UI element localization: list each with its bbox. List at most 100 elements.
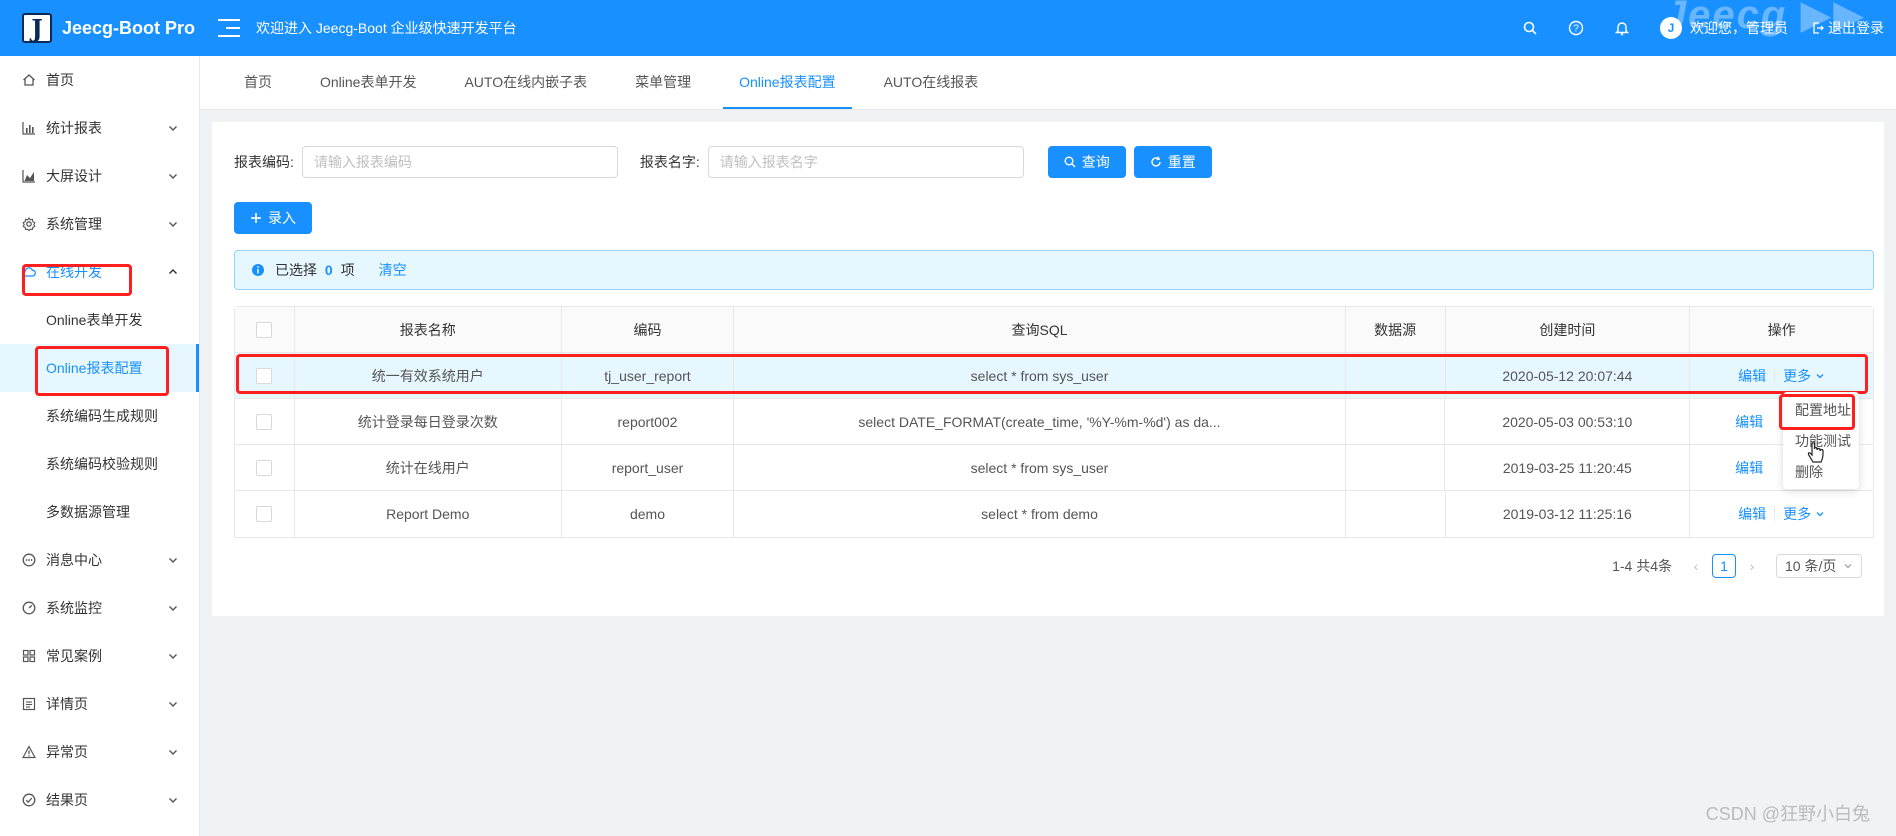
chevron-down-icon [169,798,177,803]
sidebar-item-cases[interactable]: 常见案例 [0,632,199,680]
selection-alert: 已选择 0 项 清空 [234,250,1874,290]
report-name-cell: 统计在线用户 [295,445,562,490]
datasource-cell [1346,353,1446,398]
sidebar-item-result[interactable]: 结果页 [0,776,199,824]
next-page-icon[interactable]: › [1740,554,1764,578]
tabs-bar: 首页 Online表单开发 AUTO在线内嵌子表 菜单管理 Online报表配置… [200,56,1896,110]
table-row[interactable]: 统计登录每日登录次数 report002 select DATE_FORMAT(… [235,399,1873,445]
chevron-down-icon [169,606,177,611]
logout-button[interactable]: 退出登录 [1812,18,1884,38]
more-dropdown[interactable]: 更多 [1783,504,1825,524]
prev-page-icon[interactable]: ‹ [1684,554,1708,578]
tab-online-report[interactable]: Online报表配置 [715,55,859,109]
tab-auto-subtable[interactable]: AUTO在线内嵌子表 [440,55,611,109]
sidebar-item-detail[interactable]: 详情页 [0,680,199,728]
column-header[interactable]: 数据源 [1346,307,1446,352]
sql-cell: select * from sys_user [734,445,1346,490]
tab-menu-manage[interactable]: 菜单管理 [611,55,715,109]
table-row[interactable]: 统计在线用户 report_user select * from sys_use… [235,445,1873,491]
sidebar-sub-online-form[interactable]: Online表单开发 [0,296,199,344]
profile-icon [22,697,36,711]
sidebar-item-home[interactable]: 首页 [0,56,199,104]
search-icon[interactable] [1522,20,1538,36]
row-checkbox[interactable] [256,506,273,522]
report-name-input[interactable] [707,146,1024,178]
report-name-cell: 统一有效系统用户 [295,353,562,398]
sidebar-item-exception[interactable]: 异常页 [0,728,199,776]
dashboard-icon [22,601,36,615]
select-all-checkbox[interactable] [256,321,273,338]
sidebar-item-report[interactable]: 统计报表 [0,104,199,152]
column-header[interactable]: 编码 [562,307,735,352]
tab-auto-report[interactable]: AUTO在线报表 [860,55,1003,109]
sidebar-sub-datasource[interactable]: 多数据源管理 [0,488,199,536]
row-checkbox[interactable] [256,459,273,476]
appstore-icon [22,649,36,663]
chevron-down-icon [169,750,177,755]
sql-cell: select * from demo [734,491,1346,537]
page-size-select[interactable]: 10 条/页 [1776,554,1862,578]
edit-link[interactable]: 编辑 [1735,412,1763,432]
menu-item-config-address[interactable]: 配置地址 [1783,394,1859,425]
sidebar-item-bigscreen[interactable]: 大屏设计 [0,152,199,200]
table-row[interactable]: Report Demo demo select * from demo 2019… [235,491,1873,537]
app-name: Jeecg-Boot Pro [62,17,196,38]
row-checkbox[interactable] [256,413,273,430]
top-header: J Jeecg-Boot Pro 欢迎进入 Jeecg-Boot 企业级快速开发… [0,0,1896,56]
sidebar-item-message[interactable]: 消息中心 [0,536,199,584]
logo[interactable]: J Jeecg-Boot Pro [0,0,200,56]
page-number[interactable]: 1 [1712,554,1736,578]
sidebar-item-online-dev[interactable]: 在线开发 [0,248,199,296]
add-button[interactable]: 录入 [234,202,312,234]
check-circle-icon [22,793,36,807]
hand-cursor-icon [1807,442,1824,463]
area-chart-icon [22,169,36,183]
column-header[interactable]: 查询SQL [734,307,1346,352]
clear-selection-link[interactable]: 清空 [379,260,407,280]
add-label: 录入 [268,210,296,226]
cloud-icon [22,265,36,279]
more-actions-menu: 配置地址 功能测试 删除 [1783,392,1859,489]
report-code-input[interactable] [301,146,618,178]
menu-fold-icon[interactable] [218,19,240,37]
column-header[interactable]: 创建时间 [1446,307,1691,352]
reset-button[interactable]: 重置 [1133,146,1212,178]
reload-icon [1151,156,1161,167]
report-name-cell: 统计登录每日登录次数 [295,399,562,444]
sidebar-item-system[interactable]: 系统管理 [0,200,199,248]
created-time-cell: 2019-03-12 11:25:16 [1446,491,1691,537]
sidebar-sub-online-report[interactable]: Online报表配置 [0,344,199,392]
help-icon[interactable]: ? [1568,20,1584,36]
sidebar-sub-code-check-rule[interactable]: 系统编码校验规则 [0,440,199,488]
row-checkbox[interactable] [256,367,273,384]
content-card: 报表编码: 报表名字: 查询 重置 录入 已选择 0 项 清空 报表名称 编码 … [212,122,1884,616]
reset-label: 重置 [1167,154,1196,170]
column-header[interactable]: 报表名称 [295,307,562,352]
report-name-label: 报表名字: [639,154,700,170]
sidebar-item-label: 详情页 [46,696,88,712]
edit-link[interactable]: 编辑 [1738,366,1766,386]
sidebar-sub-code-gen-rule[interactable]: 系统编码生成规则 [0,392,199,440]
edit-link[interactable]: 编辑 [1735,458,1763,478]
column-header: 操作 [1767,321,1796,338]
sidebar-item-monitor[interactable]: 系统监控 [0,584,199,632]
tab-online-form[interactable]: Online表单开发 [296,55,440,109]
logout-icon [1813,22,1824,34]
tab-home[interactable]: 首页 [220,55,296,109]
query-button[interactable]: 查询 [1047,146,1126,178]
avatar[interactable]: J [1660,17,1682,39]
more-dropdown[interactable]: 更多 [1783,366,1825,386]
bell-icon[interactable] [1614,20,1630,36]
setting-icon [22,217,36,231]
table-row[interactable]: 统一有效系统用户 tj_user_report select * from sy… [235,353,1873,399]
report-code-cell: report002 [562,399,735,444]
report-name-cell: Report Demo [295,491,562,537]
user-greeting[interactable]: 欢迎您，管理员 [1690,18,1788,38]
csdn-watermark: CSDN @狂野小白兔 [1705,804,1870,824]
report-code-cell: demo [562,491,735,537]
edit-link[interactable]: 编辑 [1738,504,1766,524]
sql-cell: select DATE_FORMAT(create_time, '%Y-%m-%… [734,399,1346,444]
sidebar-item-label: 统计报表 [46,120,102,136]
selection-text: 已选择 0 项 [275,262,355,278]
home-icon [22,73,36,87]
